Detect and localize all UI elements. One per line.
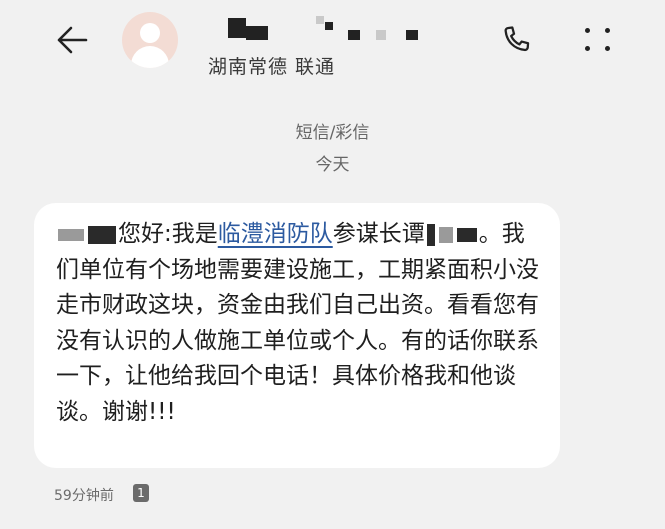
sim-card-icon: 1 [133,484,149,502]
contact-avatar[interactable] [122,12,178,68]
message-bubble[interactable]: 您好:我是临澧消防队参谋长谭 。我们单位有个场地需要建设施工，工期紧面积小没走市财… [34,203,560,468]
message-greeting: 您好:我是 [118,221,218,247]
message-link-organization[interactable]: 临澧消防队 [218,221,333,247]
message-type-label: 短信/彩信 [295,123,370,143]
redacted-text [456,227,477,242]
contact-location-carrier: 湖南常德 联通 [208,56,336,78]
date-separator: 今天 [315,155,350,175]
back-button[interactable] [50,18,94,62]
message-timestamp: 59分钟前 [54,488,114,504]
contact-name-redacted[interactable] [208,16,438,42]
message-text: 您好:我是临澧消防队参谋长谭 。我们单位有个场地需要建设施工，工期紧面积小没走市财… [56,217,542,430]
call-button[interactable] [496,20,536,60]
more-options-button[interactable] [580,22,616,58]
redacted-text [426,223,435,246]
message-after-link: 参谋长谭 [332,221,425,247]
phone-icon [504,26,530,52]
redacted-text [438,226,453,243]
conversation-header: 湖南常德 联通 [0,0,665,100]
message-body: 。我们单位有个场地需要建设施工，工期紧面积小没走市财政这块，资金由我们自己出资。… [56,221,539,425]
person-icon [140,23,160,43]
redacted-text [58,228,84,241]
redacted-text [88,225,116,244]
arrow-left-icon [57,26,88,54]
